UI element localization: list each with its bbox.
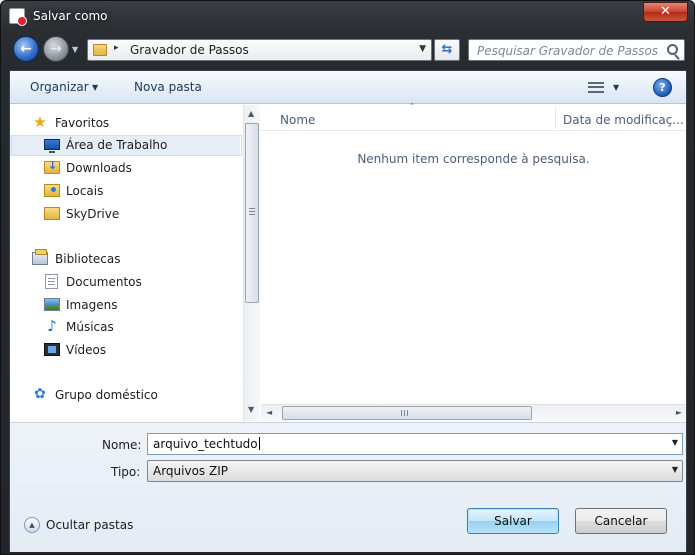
column-header-name[interactable]: Nome [280,113,315,127]
address-bar[interactable]: ▸ Gravador de Passos ▼ [87,39,432,61]
sidebar-item-downloads[interactable]: Downloads [10,158,240,178]
file-name-text: arquivo_techtudo [153,437,258,451]
organize-button[interactable]: Organizar [30,80,89,94]
scroll-right-icon[interactable]: ► [676,408,682,417]
sidebar-item-label: Imagens [66,298,118,312]
sidebar-item-skydrive[interactable]: SkyDrive [10,204,240,224]
navigation-bar: ← → ▼ ▸ Gravador de Passos ▼ ⇆ Pesquisar… [1,33,694,67]
star-icon: ★ [33,113,47,131]
sidebar-item-grupo-domestico[interactable]: ✿ Grupo doméstico [10,385,240,405]
places-icon [44,184,60,197]
scrollbar-thumb[interactable] [282,406,532,420]
chevron-up-icon: ▲ [24,517,40,533]
sidebar-item-label: Favoritos [55,116,110,130]
sidebar-item-musicas[interactable]: ♪ Músicas [10,317,240,337]
column-header-date-modified[interactable]: Data de modificaç... [563,113,685,127]
close-button[interactable]: ✕ [643,2,688,22]
column-divider[interactable] [555,107,556,129]
file-name-field[interactable]: arquivo_techtudo ▼ [147,433,683,455]
save-options-panel: Nome: arquivo_techtudo ▼ Tipo: Arquivos … [10,422,686,552]
file-type-dropdown-icon[interactable]: ▼ [672,465,678,474]
change-view-icon[interactable] [588,82,604,93]
forward-button[interactable]: → [43,36,69,62]
sidebar-item-label: Documentos [66,275,142,289]
file-name-label: Nome: [102,438,142,452]
file-list: ˄ Nome Data de modificaç... Nenhum item … [261,103,686,421]
dialog-body: Organizar ▼ Nova pasta ▼ ? ★ Favoritos Á… [9,70,687,552]
file-type-value: Arquivos ZIP [153,464,228,478]
view-options-dropdown-icon[interactable]: ▼ [613,83,619,92]
homegroup-icon: ✿ [34,386,46,402]
sidebar-item-area-de-trabalho[interactable]: Área de Trabalho [10,135,242,156]
empty-results-message: Nenhum item corresponde à pesquisa. [357,152,590,166]
text-caret [258,437,260,450]
pictures-icon [44,298,60,311]
sidebar-item-label: SkyDrive [66,207,120,221]
sidebar-item-locais[interactable]: Locais [10,181,240,201]
folder-icon [44,207,60,220]
navigation-pane: ★ Favoritos Área de Trabalho Downloads L… [10,105,243,421]
breadcrumb-separator-icon[interactable]: ▸ [114,43,119,53]
navigation-pane-scrollbar[interactable]: ▲ ▼ [243,105,260,421]
downloads-folder-icon [44,159,60,174]
scroll-up-icon[interactable]: ▲ [248,109,254,118]
sidebar-item-bibliotecas[interactable]: Bibliotecas [10,249,240,269]
file-name-value[interactable]: arquivo_techtudo [153,437,260,451]
organize-dropdown-icon[interactable]: ▼ [92,83,98,92]
cancel-button[interactable]: Cancelar [575,508,667,534]
scrollbar-thumb[interactable] [245,123,259,303]
file-type-label: Tipo: [111,465,141,479]
sidebar-item-documentos[interactable]: Documentos [10,272,240,292]
sidebar-item-label: Músicas [66,320,114,334]
sidebar-item-videos[interactable]: Vídeos [10,340,240,360]
sidebar-item-favoritos[interactable]: ★ Favoritos [10,113,240,133]
recent-pages-icon[interactable]: ▼ [72,45,78,54]
refresh-button[interactable]: ⇆ [434,39,460,61]
libraries-icon [32,249,48,265]
sidebar-item-label: Área de Trabalho [66,138,168,152]
breadcrumb-current-folder[interactable]: Gravador de Passos [130,43,249,57]
address-dropdown-icon[interactable]: ▼ [419,44,426,54]
save-button[interactable]: Salvar [467,508,559,534]
documents-icon [45,274,58,289]
sort-ascending-icon: ˄ [410,103,415,113]
help-icon[interactable]: ? [653,78,672,97]
grip-icon [401,410,408,416]
column-headers: ˄ Nome Data de modificaç... [261,103,686,131]
videos-icon [44,343,60,356]
search-placeholder: Pesquisar Gravador de Passos [477,44,659,58]
sidebar-item-label: Vídeos [66,343,107,357]
sidebar-item-label: Downloads [66,161,132,175]
sidebar-item-label: Bibliotecas [55,252,121,266]
file-type-select[interactable]: Arquivos ZIP ▼ [147,460,683,482]
search-input[interactable]: Pesquisar Gravador de Passos [468,39,685,61]
command-toolbar: Organizar ▼ Nova pasta ▼ ? [10,71,686,104]
scroll-left-icon[interactable]: ◄ [266,408,272,417]
file-list-horizontal-scrollbar[interactable]: ◄ ► [261,404,686,421]
desktop-icon [44,139,60,153]
search-icon[interactable] [667,44,678,55]
app-icon [9,8,27,26]
new-folder-button[interactable]: Nova pasta [134,80,202,94]
hide-folders-label: Ocultar pastas [46,518,134,532]
file-name-dropdown-icon[interactable]: ▼ [672,438,678,447]
back-button[interactable]: ← [13,36,39,62]
sidebar-item-label: Locais [66,184,104,198]
scroll-down-icon[interactable]: ▼ [248,405,254,414]
folder-icon [93,44,107,56]
save-as-dialog: Salvar como ✕ ← → ▼ ▸ Gravador de Passos… [0,0,695,555]
sidebar-item-imagens[interactable]: Imagens [10,295,240,315]
sidebar-item-label: Grupo doméstico [55,388,158,402]
music-icon: ♪ [47,317,57,335]
title-bar[interactable]: Salvar como ✕ [1,1,694,31]
window-title: Salvar como [33,9,108,23]
grip-icon [249,208,255,215]
